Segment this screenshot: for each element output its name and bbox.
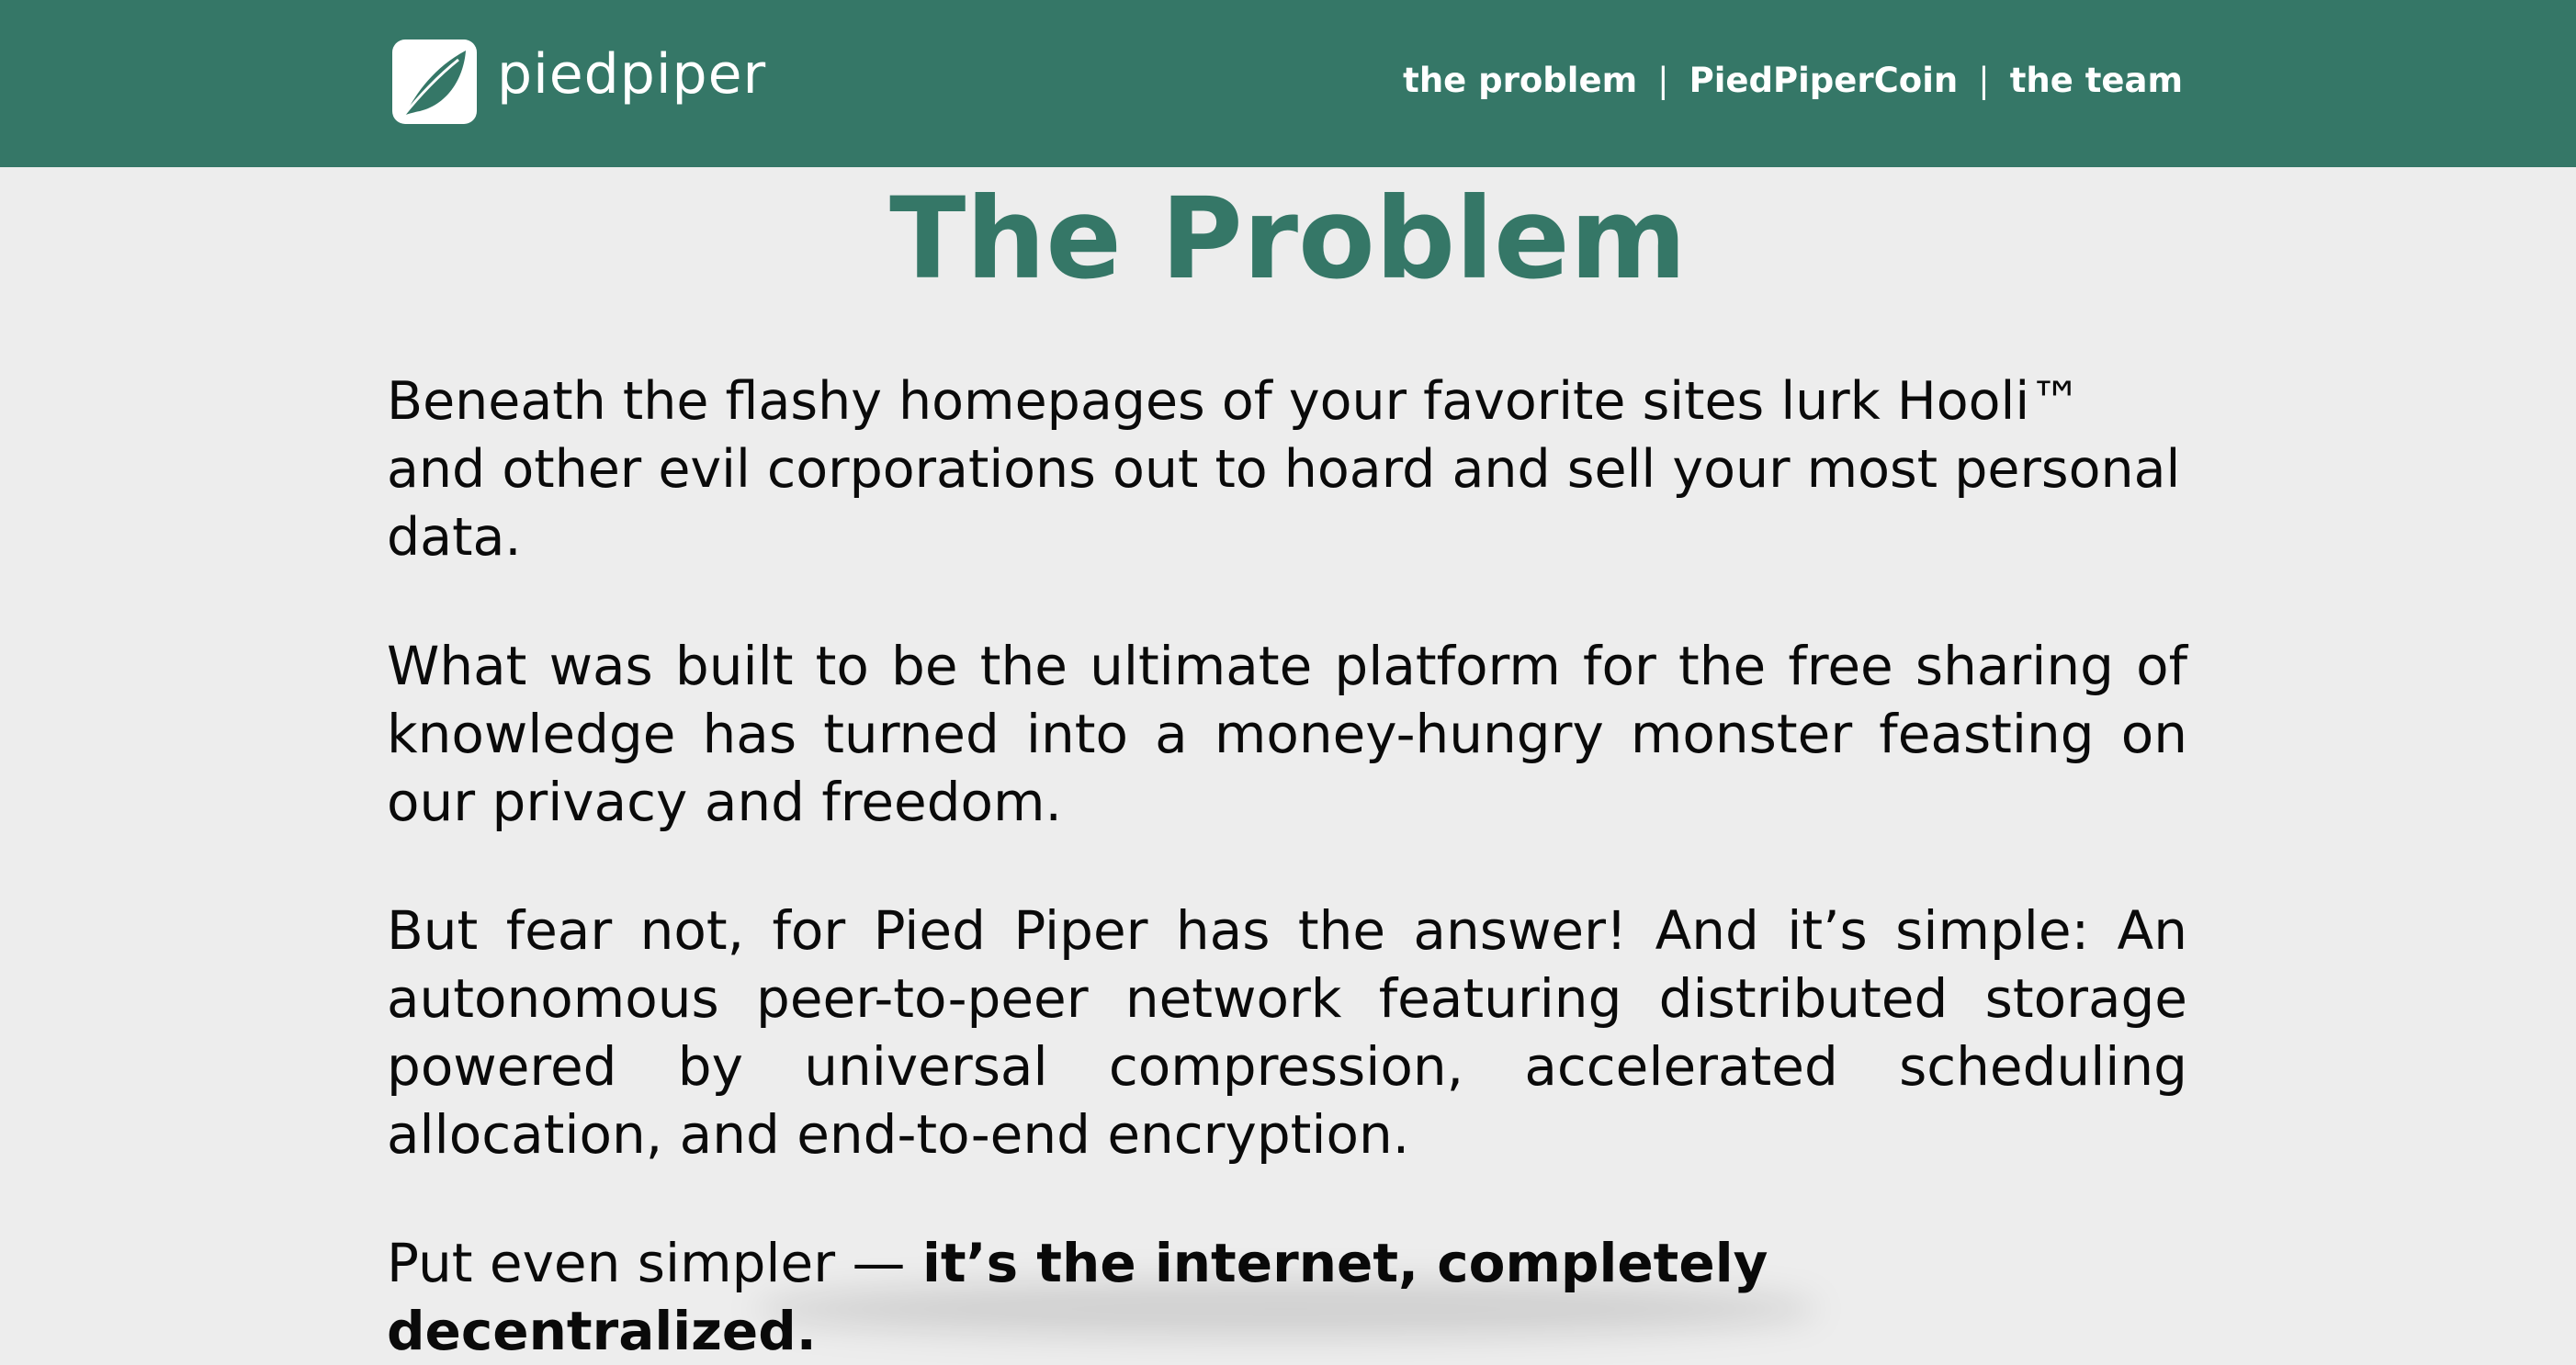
logo[interactable]: piedpiper <box>392 39 766 125</box>
main-nav: the problem | PiedPiperCoin | the team <box>1403 61 2183 100</box>
paragraph-3: But fear not, for Pied Piper has the ans… <box>387 899 2187 1166</box>
nav-link-the-team[interactable]: the team <box>2010 61 2183 100</box>
paragraph-1: Beneath the flashy homepages of your fav… <box>387 371 2181 568</box>
section-shadow <box>753 1281 1819 1337</box>
nav-link-piedpipercoin[interactable]: PiedPiperCoin <box>1689 61 1959 100</box>
nav-link-the-problem[interactable]: the problem <box>1403 61 1637 100</box>
page-title: The Problem <box>889 174 1687 304</box>
closing-prefix: Put even simpler — <box>387 1232 922 1294</box>
nav-separator: | <box>1657 61 1669 100</box>
leaf-icon <box>392 39 477 124</box>
logo-text: piedpiper <box>497 42 767 107</box>
site-header: piedpiper the problem | PiedPiperCoin | … <box>0 0 2576 167</box>
problem-section: Beneath the flashy homepages of your fav… <box>387 367 2187 1365</box>
paragraph-2: What was built to be the ultimate platfo… <box>387 635 2187 833</box>
nav-separator: | <box>1978 61 1990 100</box>
